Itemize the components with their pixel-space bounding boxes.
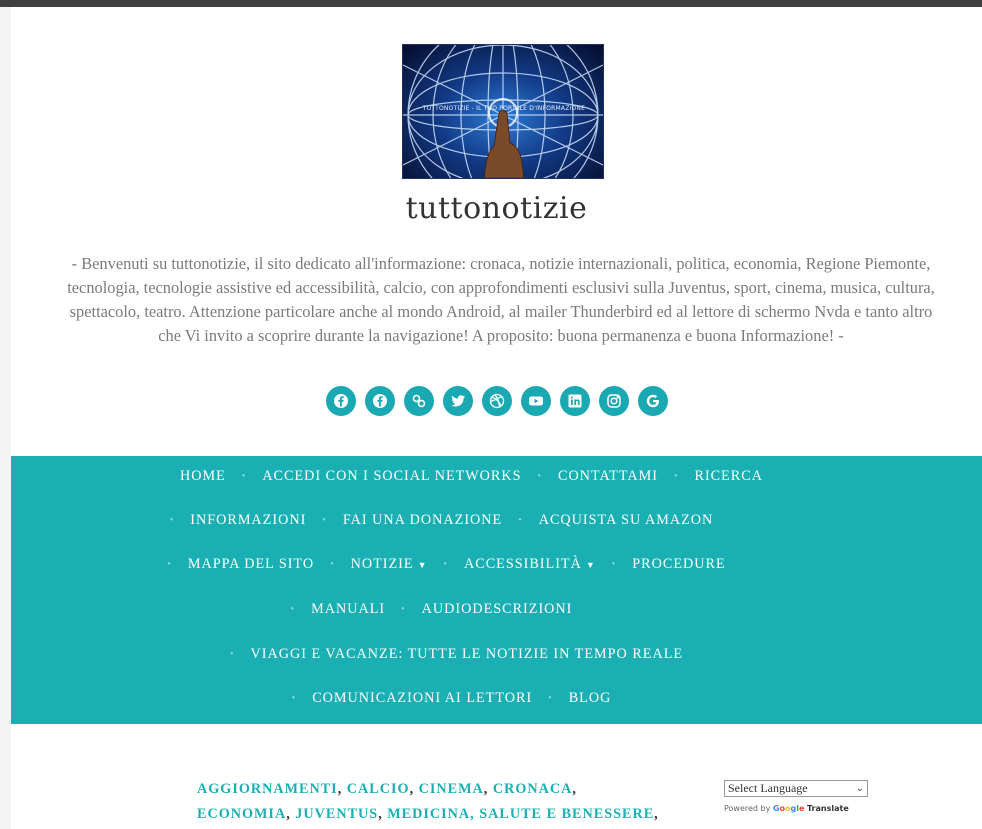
facebook-group-icon[interactable] — [364, 386, 395, 416]
site-title[interactable]: tuttonotizie — [11, 191, 982, 226]
nav-separator: • — [169, 515, 175, 527]
nav-item-accessibilita-label: ACCESSIBILITÀ — [464, 556, 582, 572]
category-separator: , — [337, 781, 347, 797]
nav-row-2: • INFORMAZIONI • FAI UNA DONAZIONE • ACQUISTA… — [0, 512, 922, 529]
nav-row-4: • MANUALI • AUDIODESCRIZIONI — [0, 601, 912, 618]
nav-item-comunicazioni[interactable]: COMUNICAZIONI AI LETTORI — [312, 690, 532, 707]
category-link-cinema[interactable]: CINEMA — [419, 781, 484, 797]
category-separator: , — [409, 781, 419, 797]
chevron-down-icon: ⌄ — [855, 783, 864, 794]
nav-item-viaggi[interactable]: VIAGGI E VACANZE: TUTTE LE NOTIZIE IN TE… — [250, 646, 683, 663]
nav-row-1: HOME • ACCEDI CON I SOCIAL NETWORKS • CONTAT… — [0, 468, 957, 485]
chevron-down-icon: ▼ — [417, 559, 428, 570]
category-link-medicina[interactable]: MEDICINA, SALUTE E BENESSERE — [387, 806, 654, 822]
facebook-icon[interactable] — [325, 386, 356, 416]
nav-item-procedure[interactable]: PROCEDURE — [632, 556, 725, 573]
nav-separator: • — [548, 693, 553, 705]
nav-item-home[interactable]: HOME — [180, 468, 226, 485]
nav-item-accessibilita[interactable]: ACCESSIBILITÀ ▼ — [464, 556, 596, 573]
nav-row-3: • MAPPA DEL SITO • NOTIZIE ▼ • ACCESSIBILITÀ ▼ •… — [0, 556, 927, 573]
nav-item-accedi[interactable]: ACCEDI CON I SOCIAL NETWORKS — [262, 468, 521, 485]
twitter-icon[interactable] — [442, 386, 473, 416]
nav-separator: • — [167, 559, 172, 571]
category-link-juventus[interactable]: JUVENTUS — [295, 806, 378, 822]
nav-item-informazioni[interactable]: INFORMAZIONI — [190, 512, 306, 529]
main-navigation: HOME • ACCEDI CON I SOCIAL NETWORKS • CONTAT… — [11, 456, 982, 724]
chevron-down-icon: ▼ — [585, 559, 596, 570]
nav-item-audiodescrizioni[interactable]: AUDIODESCRIZIONI — [422, 601, 573, 618]
category-separator: , — [483, 781, 493, 797]
nav-separator: • — [229, 649, 235, 661]
category-link-economia[interactable]: ECONOMIA — [197, 806, 286, 822]
social-links — [11, 386, 982, 416]
page-container: TUTTONOTIZIE - IL TUO PORTALE D'INFORMAZ… — [11, 7, 982, 829]
site-tagline: - Benvenuti su tuttonotizie, il sito ded… — [67, 254, 935, 345]
instagram-icon[interactable] — [598, 386, 629, 416]
nav-item-manuali[interactable]: MANUALI — [311, 601, 385, 618]
nav-separator: • — [291, 693, 297, 705]
nav-row-5: • VIAGGI E VACANZE: TUTTE LE NOTIZIE IN T… — [0, 646, 937, 663]
google-translate-attribution: Powered by Google Translate — [724, 804, 849, 813]
category-separator: , — [572, 781, 577, 797]
category-link-aggiornamenti[interactable]: AGGIORNAMENTI — [197, 781, 338, 797]
nav-separator: • — [443, 559, 448, 571]
nav-separator: • — [401, 604, 406, 616]
link-icon[interactable] — [403, 386, 434, 416]
top-bar — [0, 0, 982, 7]
nav-separator: • — [241, 471, 247, 483]
site-logo[interactable]: TUTTONOTIZIE - IL TUO PORTALE D'INFORMAZ… — [402, 44, 604, 179]
powered-by-label: Powered by — [724, 804, 771, 813]
dribbble-icon[interactable] — [481, 386, 512, 416]
nav-row-6: • COMUNICAZIONI AI LETTORI • BLOG — [0, 690, 932, 707]
category-separator: , — [286, 806, 296, 822]
category-link-cronaca[interactable]: CRONACA — [493, 781, 573, 797]
nav-separator: • — [322, 515, 327, 527]
nav-separator: • — [330, 559, 335, 571]
nav-item-contattami[interactable]: CONTATTAMI — [558, 468, 658, 485]
nav-item-donazione[interactable]: FAI UNA DONAZIONE — [343, 512, 502, 529]
category-link-calcio[interactable]: CALCIO — [347, 781, 410, 797]
linkedin-icon[interactable] — [559, 386, 590, 416]
nav-separator: • — [673, 471, 679, 483]
google-logo[interactable]: Google — [773, 804, 805, 813]
nav-separator: • — [611, 559, 617, 571]
nav-item-amazon[interactable]: ACQUISTA SU AMAZON — [539, 512, 714, 529]
language-select-value: Select Language — [728, 781, 808, 795]
nav-item-blog[interactable]: BLOG — [569, 690, 612, 707]
category-separator: , — [654, 806, 659, 822]
nav-item-notizie[interactable]: NOTIZIE ▼ — [351, 556, 428, 573]
nav-separator: • — [518, 515, 523, 527]
nav-item-notizie-label: NOTIZIE — [350, 556, 414, 572]
language-select[interactable]: Select Language ⌄ — [724, 780, 868, 797]
nav-item-ricerca[interactable]: RICERCA — [694, 468, 763, 485]
youtube-icon[interactable] — [520, 386, 551, 416]
google-icon[interactable] — [637, 386, 668, 416]
nav-item-mappa[interactable]: MAPPA DEL SITO — [188, 556, 314, 573]
logo-caption: TUTTONOTIZIE - IL TUO PORTALE D'INFORMAZ… — [422, 105, 586, 112]
nav-separator: • — [537, 471, 543, 483]
nav-separator: • — [290, 604, 296, 616]
category-separator: , — [378, 806, 388, 822]
translate-link[interactable]: Translate — [807, 804, 849, 813]
category-list: AGGIORNAMENTI, CALCIO, CINEMA, CRONACA, E… — [197, 777, 717, 827]
